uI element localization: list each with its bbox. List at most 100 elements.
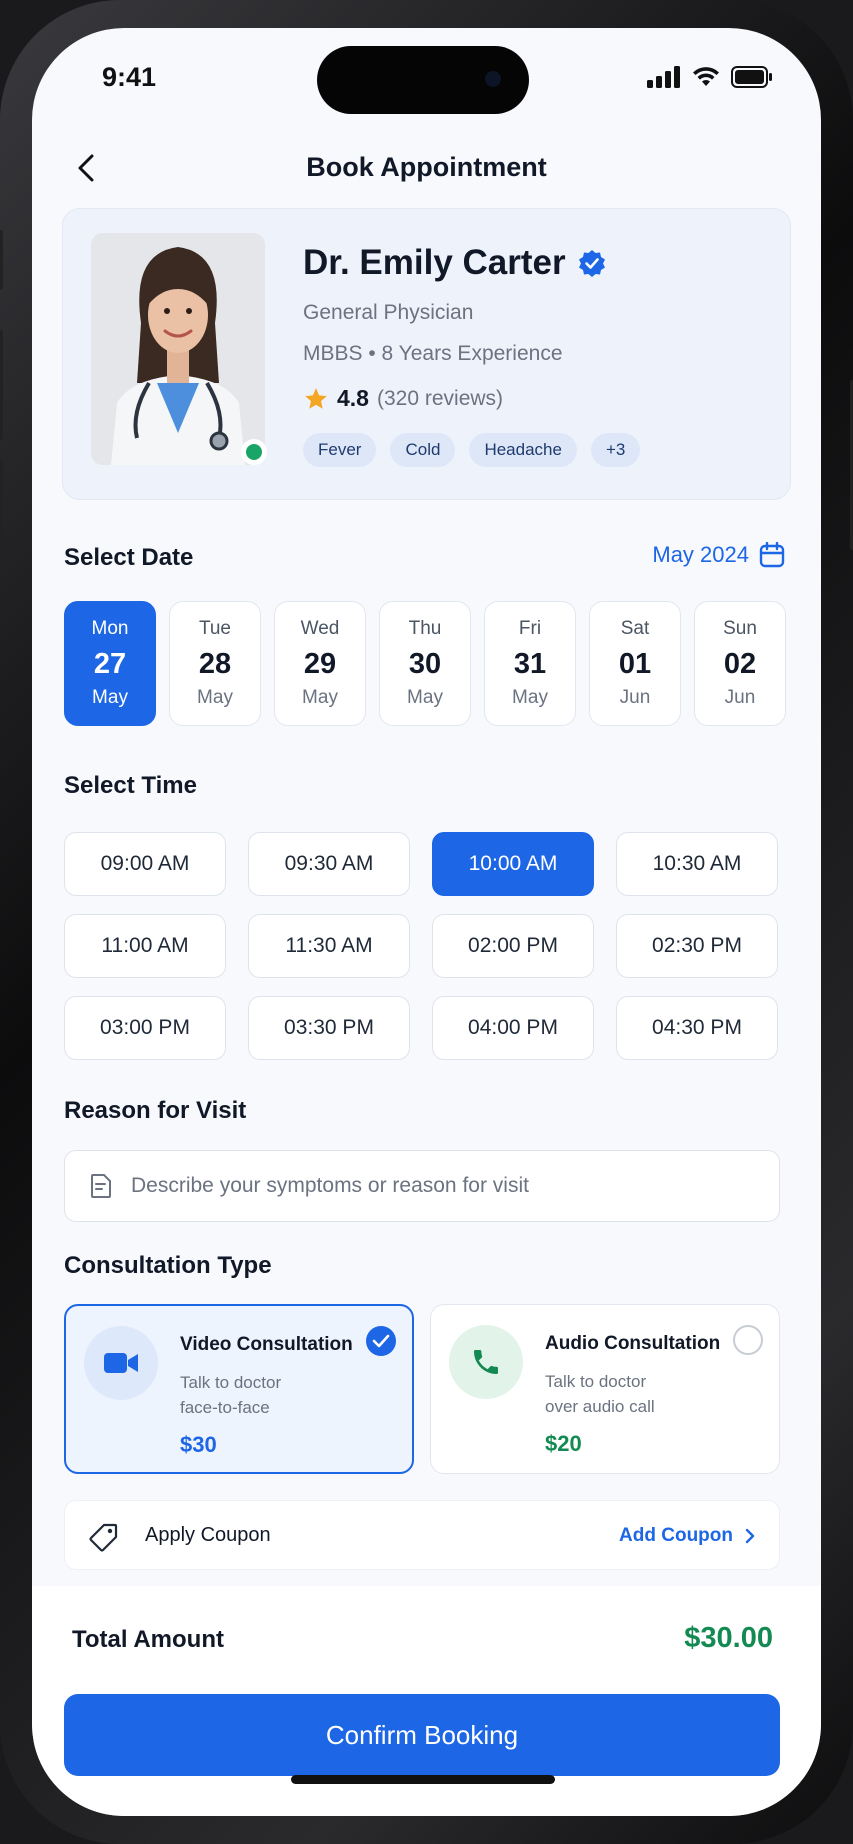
doctor-card: Dr. Emily Carter General Physician MBBS … <box>62 208 791 500</box>
time-slot[interactable]: 11:00 AM <box>64 914 226 978</box>
doctor-specialty: General Physician <box>303 301 474 324</box>
select-time-title: Select Time <box>64 772 197 799</box>
date-day: 29 <box>303 648 337 680</box>
apply-coupon-label: Apply Coupon <box>145 1524 271 1546</box>
status-icons <box>647 66 773 88</box>
reason-title: Reason for Visit <box>64 1097 247 1124</box>
date-month: Jun <box>619 687 651 708</box>
time-slot[interactable]: 04:00 PM <box>432 996 594 1060</box>
tag-headache: Headache <box>469 433 577 467</box>
date-weekday: Fri <box>518 618 542 639</box>
tag-fever: Fever <box>303 433 377 467</box>
time-slot-selected[interactable]: 10:00 AM <box>432 832 594 896</box>
video-consultation-option[interactable]: Video Consultation Talk to doctor face-to… <box>64 1304 414 1474</box>
coupon-row[interactable]: Apply Coupon Add Coupon <box>64 1500 780 1570</box>
total-amount-value: $30.00 <box>684 1622 773 1654</box>
add-coupon-label: Add Coupon <box>619 1525 733 1546</box>
date-month: May <box>92 687 128 708</box>
rating-value: 4.8 <box>337 385 369 411</box>
option-price: $30 <box>180 1432 217 1457</box>
reason-input[interactable] <box>129 1173 733 1199</box>
phone-frame: 9:41 Book Appointment Dr. Emily Carter G… <box>0 0 853 1844</box>
date-day: 30 <box>408 648 442 680</box>
review-count: (320 reviews) <box>376 386 504 410</box>
option-description: Talk to doctor over audio call <box>545 1372 655 1416</box>
calendar-icon <box>759 542 785 568</box>
verified-badge-icon <box>578 250 605 277</box>
total-amount-label: Total Amount <box>72 1626 224 1653</box>
tag-icon <box>89 1523 118 1552</box>
date-day: 27 <box>93 648 127 680</box>
radio-unchecked[interactable] <box>733 1325 763 1355</box>
signal-icon <box>647 66 680 88</box>
time-slot[interactable]: 02:30 PM <box>616 914 778 978</box>
check-icon <box>372 1334 390 1348</box>
page-title: Book Appointment <box>306 152 547 182</box>
date-tue-28[interactable]: Tue 28 May <box>169 601 261 726</box>
date-day: 02 <box>723 648 757 680</box>
video-camera-icon <box>104 1353 138 1373</box>
confirm-booking-button[interactable]: Confirm Booking <box>64 1694 780 1776</box>
date-sat-01[interactable]: Sat 01 Jun <box>589 601 681 726</box>
date-weekday: Thu <box>408 618 442 639</box>
option-title: Video Consultation <box>180 1334 353 1355</box>
date-weekday: Mon <box>91 618 129 639</box>
date-strip: Mon 27 May Tue 28 May Wed 29 May Thu 30 May Fri 3… <box>64 601 786 726</box>
front-camera-icon <box>485 71 501 87</box>
online-status-indicator <box>241 439 267 465</box>
option-title: Audio Consultation <box>545 1333 721 1354</box>
chevron-right-icon <box>745 1528 755 1544</box>
time-slot-grid: 09:00 AM 09:30 AM 10:00 AM 10:30 AM 11:0… <box>64 832 780 1060</box>
select-date-title: Select Date <box>64 544 194 571</box>
date-weekday: Sun <box>723 618 757 639</box>
dynamic-island <box>317 46 529 114</box>
battery-icon <box>731 66 772 88</box>
audio-consultation-option[interactable]: Audio Consultation Talk to doctor over au… <box>430 1304 780 1474</box>
doctor-name: Dr. Emily Carter <box>303 243 566 282</box>
home-indicator[interactable] <box>291 1775 555 1784</box>
date-mon-27[interactable]: Mon 27 May <box>64 601 156 726</box>
doctor-photo <box>91 233 265 465</box>
option-price: $20 <box>545 1431 582 1456</box>
time-slot[interactable]: 04:30 PM <box>616 996 778 1060</box>
radio-checked[interactable] <box>366 1326 396 1356</box>
date-wed-29[interactable]: Wed 29 May <box>274 601 366 726</box>
screen: 9:41 Book Appointment Dr. Emily Carter G… <box>32 28 821 1816</box>
month-selector[interactable]: May 2024 <box>652 542 785 568</box>
date-day: 28 <box>198 648 232 680</box>
month-label: May 2024 <box>652 542 749 567</box>
video-icon-badge <box>84 1326 158 1400</box>
bottom-bar: Total Amount $30.00 Confirm Booking <box>32 1586 821 1816</box>
side-button-action <box>0 230 3 290</box>
doctor-name-row: Dr. Emily Carter <box>303 243 606 283</box>
time-slot[interactable]: 11:30 AM <box>248 914 410 978</box>
time-slot[interactable]: 03:00 PM <box>64 996 226 1060</box>
time-slot[interactable]: 09:00 AM <box>64 832 226 896</box>
reason-field[interactable] <box>64 1150 780 1222</box>
header: Book Appointment <box>32 138 821 198</box>
time-slot[interactable]: 03:30 PM <box>248 996 410 1060</box>
doctor-experience: MBBS • 8 Years Experience <box>303 342 563 365</box>
time-slot[interactable]: 09:30 AM <box>248 832 410 896</box>
add-coupon-link[interactable]: Add Coupon <box>619 1525 755 1547</box>
note-icon <box>91 1174 111 1198</box>
date-fri-31[interactable]: Fri 31 May <box>484 601 576 726</box>
date-month: May <box>197 687 233 708</box>
date-weekday: Tue <box>198 618 232 639</box>
date-thu-30[interactable]: Thu 30 May <box>379 601 471 726</box>
date-month: May <box>407 687 443 708</box>
date-weekday: Wed <box>300 618 340 639</box>
tag-more[interactable]: +3 <box>590 433 641 467</box>
phone-icon-badge <box>449 1325 523 1399</box>
time-slot[interactable]: 02:00 PM <box>432 914 594 978</box>
consultation-type-title: Consultation Type <box>64 1252 272 1279</box>
date-day: 31 <box>513 648 547 680</box>
date-day: 01 <box>618 648 652 680</box>
star-icon <box>305 387 327 409</box>
tag-cold: Cold <box>390 433 456 467</box>
symptom-tags: Fever Cold Headache +3 <box>303 433 641 467</box>
date-sun-02[interactable]: Sun 02 Jun <box>694 601 786 726</box>
date-month: Jun <box>724 687 756 708</box>
status-time: 9:41 <box>102 62 157 92</box>
time-slot[interactable]: 10:30 AM <box>616 832 778 896</box>
